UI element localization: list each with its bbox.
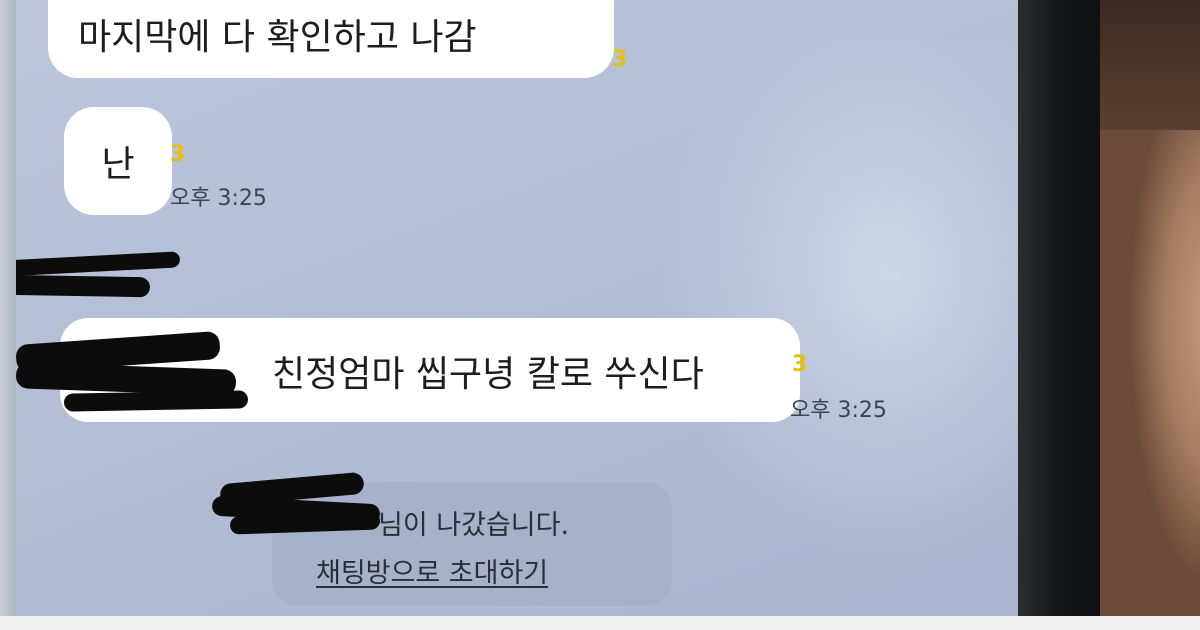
message-bubble[interactable]: 마지막에 다 확인하고 나감 — [48, 0, 614, 78]
redacted-sender-name — [16, 274, 151, 298]
invite-to-chat-link[interactable]: 채팅방으로 초대하기 — [316, 551, 548, 590]
chat-screen: 마지막에 다 확인하고 나감 3 난 3 오후 3:25 친정엄마 씹구녕 칼로… — [16, 0, 1020, 616]
bottom-strip — [0, 616, 1200, 630]
message-text: 마지막에 다 확인하고 나감 — [78, 17, 477, 58]
redacted-sender-name — [16, 251, 181, 277]
message-time: 오후 3:25 — [170, 186, 267, 211]
user-left-message: 님이 나갔습니다. — [378, 510, 570, 541]
phone-left-edge — [0, 0, 16, 630]
redacted-mention — [63, 390, 249, 412]
unread-count: 3 — [170, 142, 186, 167]
background-shadow — [1100, 0, 1200, 130]
message-bubble[interactable]: 난 — [64, 107, 172, 215]
message-text: 친정엄마 씹구녕 칼로 쑤신다 — [272, 354, 704, 395]
phone-bezel — [1018, 0, 1100, 630]
message-text: 난 — [101, 144, 135, 185]
message-time: 오후 3:25 — [790, 398, 887, 423]
unread-count: 3 — [612, 47, 628, 72]
screen-glare — [656, 40, 1020, 560]
unread-count: 3 — [792, 352, 808, 377]
